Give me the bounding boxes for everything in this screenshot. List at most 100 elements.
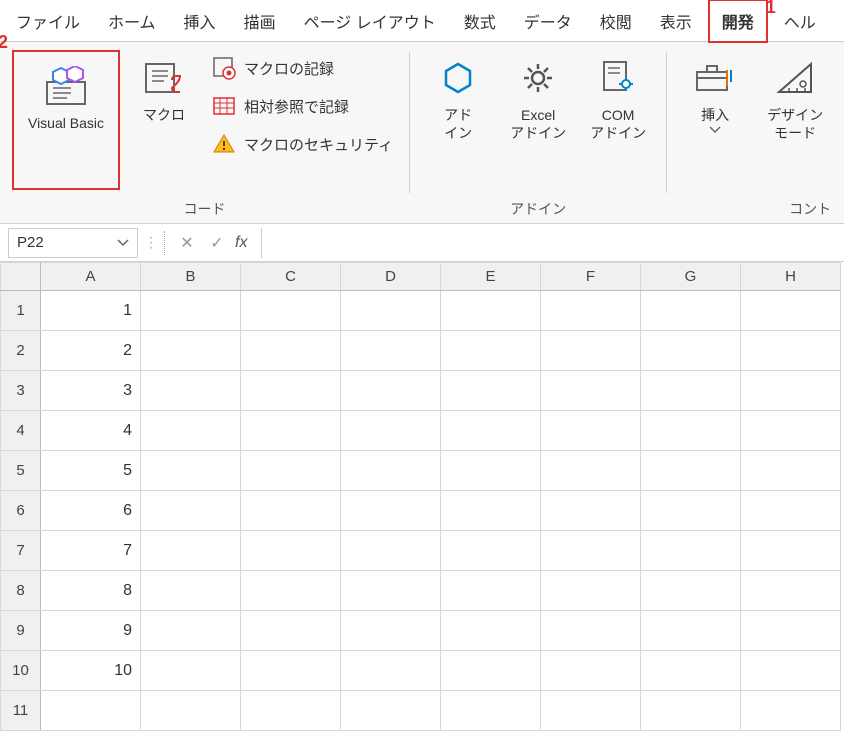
col-header-G[interactable]: G: [641, 263, 741, 291]
macro-button[interactable]: マクロ: [128, 50, 200, 128]
menu-data[interactable]: データ: [512, 1, 584, 41]
cell[interactable]: 1: [41, 291, 141, 331]
menu-file[interactable]: ファイル: [4, 1, 92, 41]
cell[interactable]: [241, 491, 341, 531]
cell[interactable]: [541, 411, 641, 451]
cell[interactable]: [341, 491, 441, 531]
cell[interactable]: [641, 531, 741, 571]
menu-home[interactable]: ホーム: [96, 1, 168, 41]
cell[interactable]: [441, 491, 541, 531]
cell[interactable]: [741, 291, 841, 331]
cell[interactable]: 10: [41, 651, 141, 691]
cell[interactable]: [741, 331, 841, 371]
cell[interactable]: 5: [41, 451, 141, 491]
menu-draw[interactable]: 描画: [232, 1, 288, 41]
row-header[interactable]: 6: [1, 491, 41, 531]
cell[interactable]: [541, 571, 641, 611]
macro-security-button[interactable]: マクロのセキュリティ: [212, 132, 393, 156]
cell[interactable]: [441, 691, 541, 731]
cell[interactable]: [441, 371, 541, 411]
cell[interactable]: [641, 691, 741, 731]
cell[interactable]: [141, 691, 241, 731]
cell[interactable]: [141, 571, 241, 611]
menu-view[interactable]: 表示: [648, 1, 704, 41]
cell[interactable]: [341, 451, 441, 491]
cell[interactable]: [541, 371, 641, 411]
col-header-B[interactable]: B: [141, 263, 241, 291]
cell[interactable]: [441, 291, 541, 331]
fx-label[interactable]: fx: [235, 234, 247, 252]
cell[interactable]: [641, 491, 741, 531]
col-header-H[interactable]: H: [741, 263, 841, 291]
cell[interactable]: 4: [41, 411, 141, 451]
visual-basic-button[interactable]: Visual Basic: [12, 50, 120, 190]
cancel-button[interactable]: ✕: [175, 231, 199, 255]
row-header[interactable]: 2: [1, 331, 41, 371]
cell[interactable]: [241, 531, 341, 571]
cell[interactable]: [241, 371, 341, 411]
row-header[interactable]: 4: [1, 411, 41, 451]
col-header-A[interactable]: A: [41, 263, 141, 291]
cell[interactable]: [241, 611, 341, 651]
cell[interactable]: 7: [41, 531, 141, 571]
row-header[interactable]: 10: [1, 651, 41, 691]
menu-page-layout[interactable]: ページ レイアウト: [292, 1, 448, 41]
cell[interactable]: [741, 371, 841, 411]
row-header[interactable]: 7: [1, 531, 41, 571]
cell[interactable]: [341, 651, 441, 691]
cell[interactable]: [641, 611, 741, 651]
cell[interactable]: [241, 331, 341, 371]
cell[interactable]: [641, 331, 741, 371]
cell[interactable]: [441, 611, 541, 651]
cell[interactable]: [341, 331, 441, 371]
cell[interactable]: [541, 651, 641, 691]
cell[interactable]: [741, 611, 841, 651]
cell[interactable]: [141, 371, 241, 411]
cell[interactable]: [741, 491, 841, 531]
name-box[interactable]: P22: [8, 228, 138, 258]
row-header[interactable]: 8: [1, 571, 41, 611]
cell[interactable]: [141, 411, 241, 451]
cell[interactable]: [541, 491, 641, 531]
cell[interactable]: [41, 691, 141, 731]
cell[interactable]: 9: [41, 611, 141, 651]
cell[interactable]: 2: [41, 331, 141, 371]
cell[interactable]: [641, 451, 741, 491]
cell[interactable]: [341, 411, 441, 451]
cell[interactable]: [641, 571, 741, 611]
cell[interactable]: [141, 531, 241, 571]
menu-review[interactable]: 校閲: [588, 1, 644, 41]
cell[interactable]: [541, 451, 641, 491]
col-header-E[interactable]: E: [441, 263, 541, 291]
cell[interactable]: [741, 651, 841, 691]
row-header[interactable]: 9: [1, 611, 41, 651]
enter-button[interactable]: ✓: [205, 231, 229, 255]
design-mode-button[interactable]: デザイン モード: [759, 50, 831, 146]
cell[interactable]: [541, 331, 641, 371]
row-header[interactable]: 5: [1, 451, 41, 491]
menu-help[interactable]: ヘル: [772, 1, 828, 41]
cell[interactable]: [641, 291, 741, 331]
row-header[interactable]: 1: [1, 291, 41, 331]
cell[interactable]: [641, 651, 741, 691]
cell[interactable]: [441, 571, 541, 611]
relative-reference-button[interactable]: 相対参照で記録: [212, 94, 393, 118]
cell[interactable]: [541, 691, 641, 731]
cell[interactable]: [141, 331, 241, 371]
col-header-D[interactable]: D: [341, 263, 441, 291]
col-header-C[interactable]: C: [241, 263, 341, 291]
cell[interactable]: [441, 531, 541, 571]
cell[interactable]: [641, 371, 741, 411]
cell[interactable]: [741, 571, 841, 611]
row-header[interactable]: 3: [1, 371, 41, 411]
cell[interactable]: [241, 451, 341, 491]
cell[interactable]: [341, 571, 441, 611]
cell[interactable]: [341, 691, 441, 731]
cell[interactable]: [141, 291, 241, 331]
addin-button[interactable]: アド イン: [422, 50, 494, 146]
row-header[interactable]: 11: [1, 691, 41, 731]
cell[interactable]: [341, 531, 441, 571]
cell[interactable]: [541, 291, 641, 331]
cell[interactable]: [741, 411, 841, 451]
cell[interactable]: [241, 291, 341, 331]
